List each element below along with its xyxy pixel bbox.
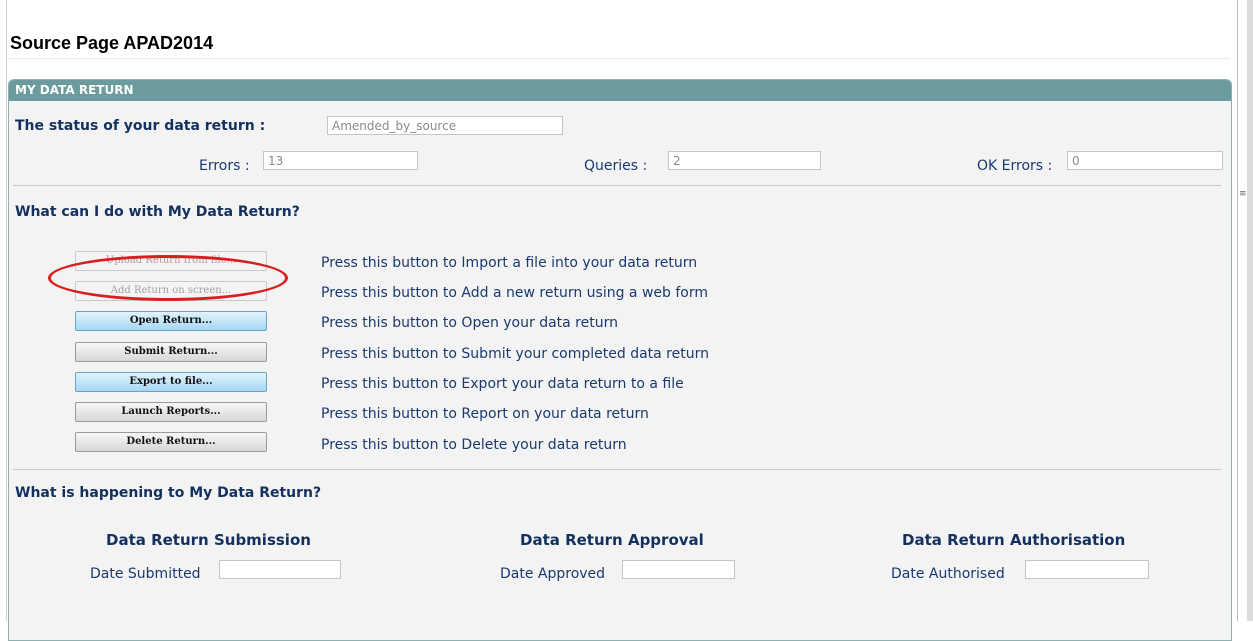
approval-heading: Data Return Approval: [520, 531, 704, 549]
ok-errors-label: OK Errors :: [977, 158, 1053, 174]
progress-title: What is happening to My Data Return?: [15, 485, 322, 501]
my-data-return-panel: MY DATA RETURN The status of your data r…: [8, 79, 1232, 641]
date-authorised-label: Date Authorised: [891, 566, 1005, 582]
delete-return-button[interactable]: Delete Return...: [75, 432, 267, 452]
annotation-highlight-oval: [48, 255, 288, 301]
add-return-description: Press this button to Add a new return us…: [321, 285, 708, 301]
authorisation-heading: Data Return Authorisation: [902, 531, 1126, 549]
date-authorised-field[interactable]: [1025, 560, 1149, 579]
export-to-file-button[interactable]: Export to file...: [75, 372, 267, 392]
divider: [13, 185, 1221, 186]
page-title: Source Page APAD2014: [10, 33, 214, 53]
right-border: [1237, 0, 1238, 621]
ok-errors-field[interactable]: 0: [1067, 151, 1223, 170]
delete-return-description: Press this button to Delete your data re…: [321, 437, 627, 453]
scrollbar[interactable]: [1247, 0, 1253, 621]
left-border: [6, 0, 7, 621]
open-return-button[interactable]: Open Return...: [75, 311, 267, 331]
status-field[interactable]: Amended_by_source: [327, 116, 563, 135]
upload-return-description: Press this button to Import a file into …: [321, 255, 698, 271]
queries-label: Queries :: [584, 158, 648, 174]
queries-field[interactable]: 2: [668, 151, 821, 170]
launch-reports-button[interactable]: Launch Reports...: [75, 402, 267, 422]
open-return-description: Press this button to Open your data retu…: [321, 315, 618, 331]
date-approved-label: Date Approved: [500, 566, 606, 582]
submit-return-button[interactable]: Submit Return...: [75, 342, 267, 362]
title-divider: [8, 58, 1230, 59]
date-submitted-label: Date Submitted: [90, 566, 201, 582]
submission-heading: Data Return Submission: [106, 531, 311, 549]
errors-field[interactable]: 13: [263, 151, 418, 170]
submit-return-description: Press this button to Submit your complet…: [321, 346, 709, 362]
divider: [13, 469, 1221, 470]
export-to-file-description: Press this button to Export your data re…: [321, 376, 684, 392]
status-label: The status of your data return :: [15, 118, 266, 134]
errors-label: Errors :: [199, 158, 250, 174]
date-submitted-field[interactable]: [219, 560, 341, 579]
panel-header: MY DATA RETURN: [9, 80, 1231, 101]
actions-title: What can I do with My Data Return?: [15, 204, 300, 220]
date-approved-field[interactable]: [622, 560, 735, 579]
launch-reports-description: Press this button to Report on your data…: [321, 406, 649, 422]
scrollbar-grip-icon[interactable]: ≡: [1239, 189, 1247, 199]
